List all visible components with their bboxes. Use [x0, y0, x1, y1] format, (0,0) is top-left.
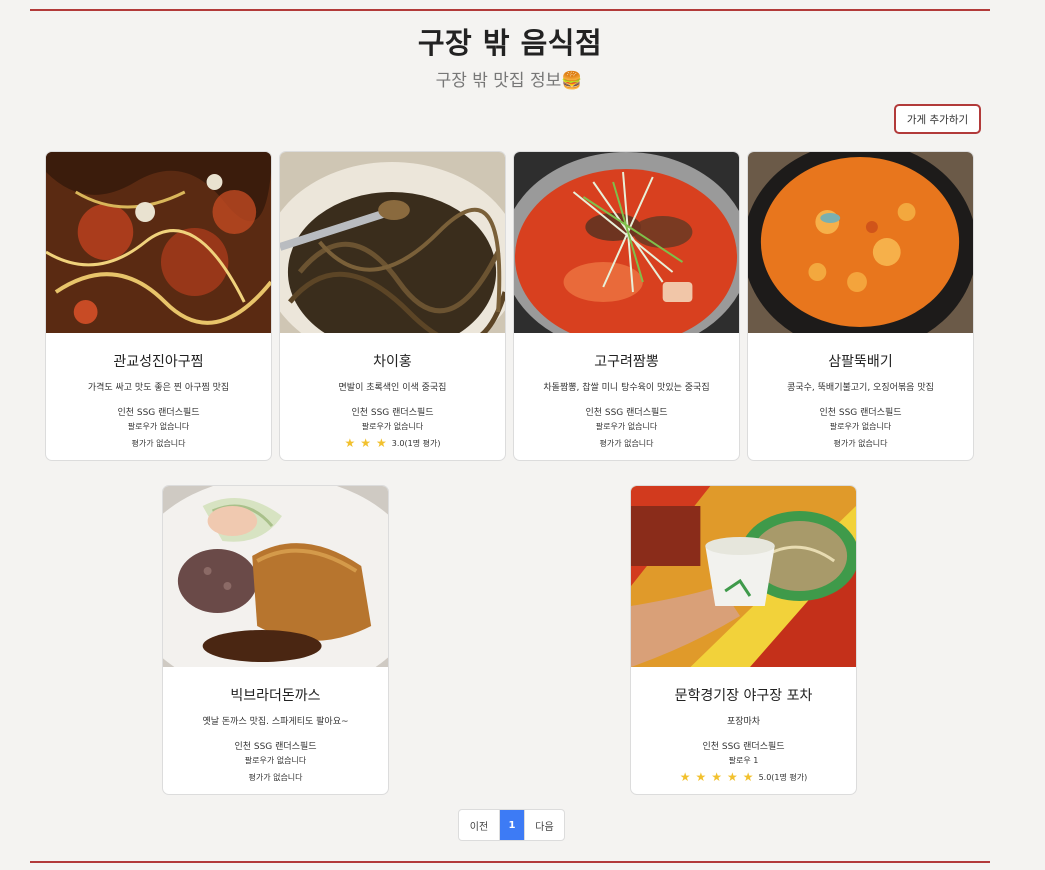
- star-icon: ★: [695, 770, 707, 784]
- store-location: 인천 SSG 랜더스필드: [702, 742, 785, 752]
- rating-text: 평가가 없습니다: [248, 772, 303, 782]
- page-subtitle: 구장 밖 맛집 정보🍔: [435, 71, 583, 91]
- store-card[interactable]: 삼팔뚝배기 콩국수, 뚝배기불고기, 오징어볶음 맛집 인천 SSG 랜더스필드…: [747, 151, 974, 461]
- rating-text: 평가가 없습니다: [599, 438, 654, 448]
- star-icon: ★: [679, 770, 691, 784]
- store-description: 콩국수, 뚝배기불고기, 오징어볶음 맛집: [787, 383, 934, 393]
- store-name: 빅브라더돈까스: [230, 688, 321, 704]
- page-1-button[interactable]: 1: [500, 810, 524, 840]
- store-followers: 팔로우가 없습니다: [127, 422, 190, 431]
- store-followers: 팔로우가 없습니다: [829, 422, 892, 431]
- store-description: 면발이 초록색인 이색 중국집: [338, 383, 447, 393]
- store-followers: 팔로우가 없습니다: [244, 756, 307, 765]
- star-icon: ★: [344, 436, 356, 450]
- store-card[interactable]: 문학경기장 야구장 포차 포장마차 인천 SSG 랜더스필드 팔로우 1 ★ ★…: [630, 485, 857, 795]
- star-icon: ★: [376, 436, 387, 450]
- top-divider: [30, 9, 990, 11]
- store-followers: 팔로우가 없습니다: [595, 422, 658, 431]
- rating-text: 평가가 없습니다: [131, 438, 186, 448]
- store-name: 고구려짬뽕: [594, 354, 659, 370]
- store-rating: 평가가 없습니다: [46, 436, 271, 450]
- prev-page-button[interactable]: 이전: [459, 810, 500, 840]
- store-followers: 팔로우가 없습니다: [361, 422, 424, 431]
- store-description: 포장마차: [726, 717, 761, 727]
- jjajangmyeon-photo: [280, 152, 505, 333]
- store-description: 차돌짬뽕, 찹쌀 미니 탕수육이 맛있는 중국집: [543, 383, 710, 393]
- store-rating: 평가가 없습니다: [748, 436, 973, 450]
- star-icon: ★: [742, 770, 754, 784]
- store-name: 관교성진아구찜: [113, 354, 204, 370]
- store-rating: ★ ★ ★ ★ ★ 5.0(1명 평가): [631, 770, 856, 784]
- store-card[interactable]: 차이홍 면발이 초록색인 이색 중국집 인천 SSG 랜더스필드 팔로우가 없습…: [279, 151, 506, 461]
- store-description: 옛날 돈까스 맛집. 스파게티도 팔아요~: [202, 717, 349, 727]
- store-rating: 평가가 없습니다: [163, 770, 388, 784]
- add-store-button[interactable]: 가게 추가하기: [894, 104, 981, 134]
- sundubu-stew-photo: [748, 152, 973, 333]
- pagination: 이전 1 다음: [458, 809, 565, 841]
- store-followers: 팔로우 1: [728, 756, 759, 765]
- pocha-makgeolli-photo: [631, 486, 856, 667]
- store-location: 인천 SSG 랜더스필드: [351, 408, 434, 418]
- store-name: 차이홍: [373, 354, 412, 370]
- star-icon: ★: [711, 770, 723, 784]
- store-location: 인천 SSG 랜더스필드: [234, 742, 317, 752]
- store-card[interactable]: 고구려짬뽕 차돌짬뽕, 찹쌀 미니 탕수육이 맛있는 중국집 인천 SSG 랜더…: [513, 151, 740, 461]
- store-name: 삼팔뚝배기: [828, 354, 893, 370]
- jjamppong-photo: [514, 152, 739, 333]
- store-location: 인천 SSG 랜더스필드: [117, 408, 200, 418]
- next-page-button[interactable]: 다음: [524, 810, 564, 840]
- star-icon: ★: [727, 770, 738, 784]
- store-name: 문학경기장 야구장 포차: [674, 688, 813, 704]
- rating-text: 평가가 없습니다: [833, 438, 888, 448]
- store-card[interactable]: 빅브라더돈까스 옛날 돈까스 맛집. 스파게티도 팔아요~ 인천 SSG 랜더스…: [162, 485, 389, 795]
- store-card[interactable]: 관교성진아구찜 가격도 싸고 맛도 좋은 찐 아구찜 맛집 인천 SSG 랜더스…: [45, 151, 272, 461]
- page-title: 구장 밖 음식점: [417, 26, 603, 60]
- store-rating: 평가가 없습니다: [514, 436, 739, 450]
- store-location: 인천 SSG 랜더스필드: [819, 408, 902, 418]
- rating-text: 3.0(1명 평가): [391, 438, 441, 448]
- store-location: 인천 SSG 랜더스필드: [585, 408, 668, 418]
- star-icon: ★: [360, 436, 372, 450]
- pork-cutlet-photo: [163, 486, 388, 667]
- braised-monkfish-photo: [46, 152, 271, 333]
- store-rating: ★ ★ ★ 3.0(1명 평가): [280, 436, 505, 450]
- store-description: 가격도 싸고 맛도 좋은 찐 아구찜 맛집: [87, 383, 230, 393]
- bottom-divider: [30, 861, 990, 863]
- rating-text: 5.0(1명 평가): [758, 772, 808, 782]
